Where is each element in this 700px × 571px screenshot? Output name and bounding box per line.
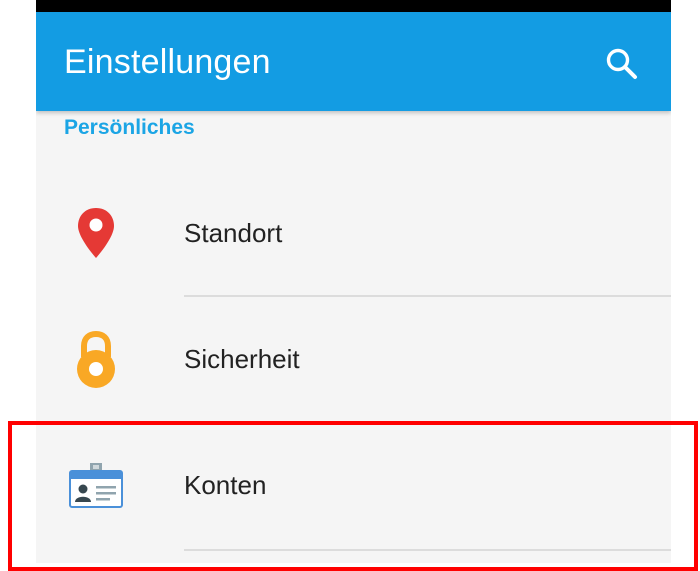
settings-item-security[interactable]: Sicherheit <box>36 297 671 423</box>
status-bar <box>36 0 671 12</box>
settings-item-label: Sicherheit <box>184 344 300 374</box>
section-header-personal: Persönliches <box>64 116 195 139</box>
search-icon <box>606 48 637 79</box>
location-pin-icon <box>64 206 128 262</box>
settings-item-label: Standort <box>184 218 283 248</box>
divider <box>184 549 671 551</box>
padlock-icon <box>64 331 128 388</box>
settings-item-accounts[interactable]: Konten <box>36 423 671 549</box>
app-bar: Einstellungen <box>36 12 671 111</box>
page-title: Einstellungen <box>64 43 271 81</box>
settings-item-location[interactable]: Standort <box>36 171 671 297</box>
search-button[interactable] <box>600 42 644 86</box>
settings-screen: Einstellungen Persönliches Standort Sich… <box>36 12 671 563</box>
settings-item-label: Konten <box>184 470 267 500</box>
account-card-icon <box>64 458 128 514</box>
